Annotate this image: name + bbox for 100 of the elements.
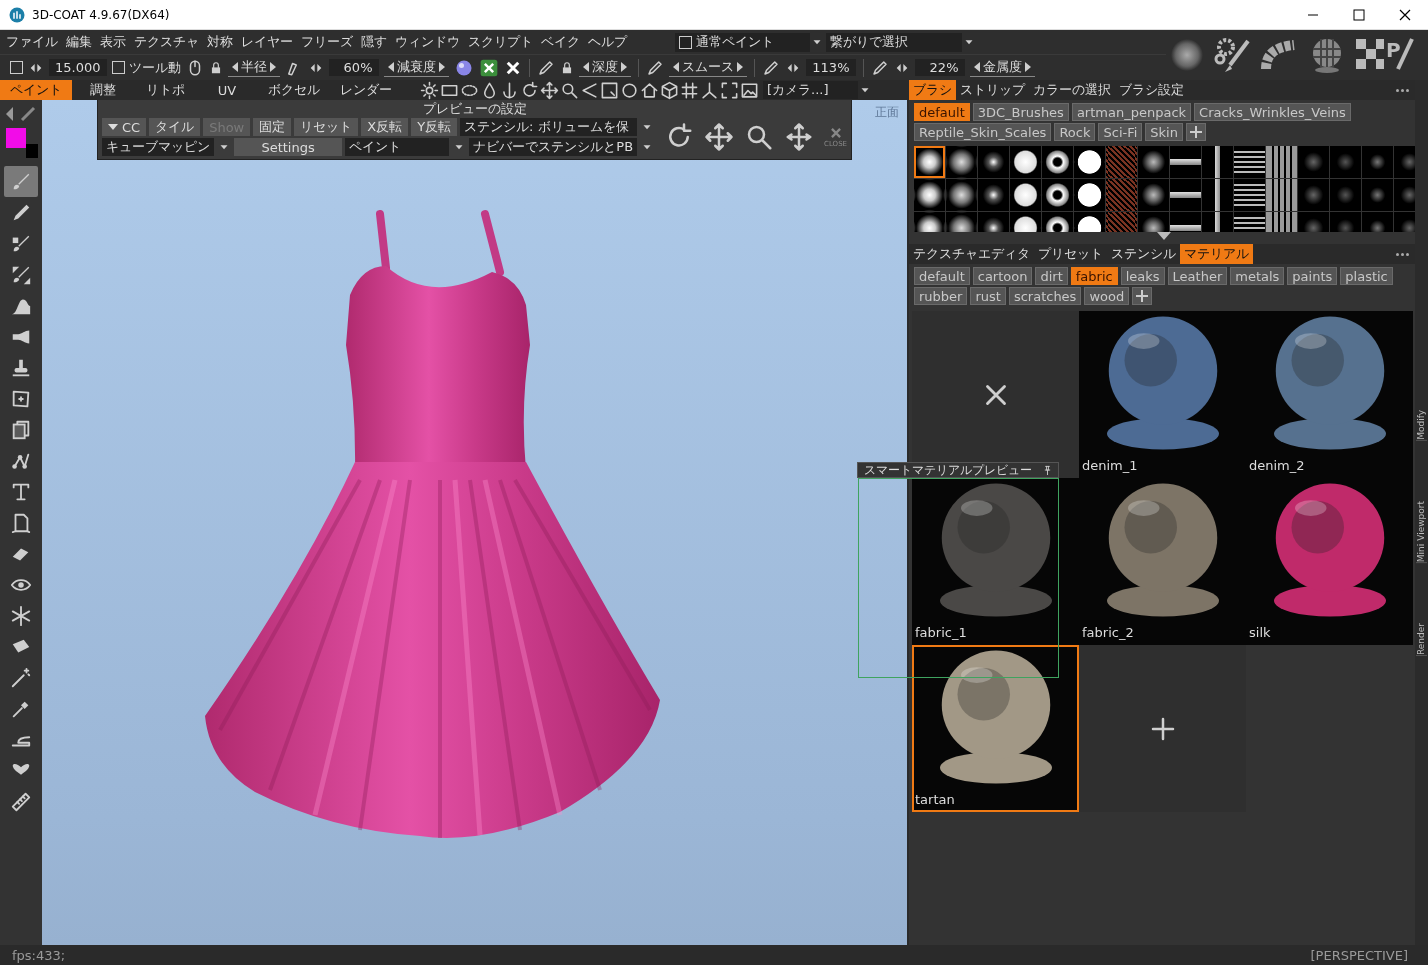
side-tab[interactable]: Modify bbox=[1416, 410, 1427, 441]
value-field[interactable]: 15.000 bbox=[49, 59, 107, 76]
value-field[interactable]: 60% bbox=[328, 59, 379, 76]
brush-thumbnail[interactable] bbox=[1138, 146, 1169, 178]
mode-tab[interactable]: ペイント bbox=[0, 80, 72, 100]
value-spinner[interactable]: 減衰度 bbox=[383, 58, 449, 77]
category-tag[interactable]: metals bbox=[1230, 267, 1285, 285]
value-spinner[interactable]: 金属度 bbox=[969, 58, 1035, 77]
brush-thumbnail[interactable] bbox=[1362, 179, 1393, 211]
corners-icon[interactable] bbox=[720, 80, 739, 100]
brush-thumbnail[interactable] bbox=[1074, 179, 1105, 211]
brush-thumbnail[interactable] bbox=[946, 146, 977, 178]
blurred-sphere-icon[interactable] bbox=[1170, 38, 1204, 72]
menu-item[interactable]: 表示 bbox=[96, 33, 130, 51]
menu-item[interactable]: ヘルプ bbox=[584, 33, 631, 51]
brush-pack-tag[interactable]: Rock bbox=[1054, 123, 1096, 141]
menu-item[interactable]: レイヤー bbox=[237, 33, 297, 51]
preview-button[interactable]: 固定 bbox=[253, 118, 292, 136]
category-tag[interactable]: Leather bbox=[1167, 267, 1228, 285]
category-tag[interactable]: plastic bbox=[1340, 267, 1393, 285]
value-spinner[interactable]: 半径 bbox=[227, 58, 280, 77]
left-arrow-icon[interactable] bbox=[672, 62, 680, 72]
value-spinner[interactable]: スムース bbox=[668, 58, 747, 77]
brush-thumbnail[interactable] bbox=[914, 179, 945, 211]
left-arrow-icon[interactable] bbox=[973, 62, 981, 72]
category-tag[interactable]: leaks bbox=[1120, 267, 1165, 285]
checkbox[interactable] bbox=[111, 61, 125, 74]
brush-thumbnail[interactable] bbox=[1266, 179, 1297, 211]
move-icon[interactable] bbox=[704, 122, 735, 152]
category-tag[interactable]: default bbox=[914, 267, 970, 285]
brush-thumbnail[interactable] bbox=[1298, 146, 1329, 178]
category-tag[interactable]: cartoon bbox=[972, 267, 1033, 285]
brush-thumbnail[interactable] bbox=[1266, 146, 1297, 178]
checkbox[interactable] bbox=[10, 61, 23, 74]
pencil-icon[interactable] bbox=[536, 58, 555, 77]
mode-tab[interactable]: UV bbox=[196, 80, 258, 100]
brush-thumbnail[interactable] bbox=[1010, 179, 1041, 211]
brush-thumbnail[interactable] bbox=[1234, 179, 1265, 211]
home-icon[interactable] bbox=[640, 80, 659, 100]
value-field[interactable]: 113% bbox=[805, 59, 856, 76]
brush-thumbnail[interactable] bbox=[1042, 179, 1073, 211]
preview-button[interactable]: Settings bbox=[234, 138, 343, 156]
menu-item[interactable]: 隠す bbox=[357, 33, 391, 51]
mode-tab[interactable]: リトポ bbox=[134, 80, 196, 100]
dropdown[interactable]: ペイント bbox=[345, 138, 450, 156]
dropdown[interactable]: キューブマッピン bbox=[102, 138, 214, 156]
category-tag[interactable]: dirt bbox=[1035, 267, 1068, 285]
value-field[interactable]: 22% bbox=[914, 59, 965, 76]
panel-tab[interactable]: カラーの選択 bbox=[1029, 80, 1115, 100]
brush-thumbnail[interactable] bbox=[1138, 179, 1169, 211]
panel-tab[interactable]: ストリップ bbox=[956, 80, 1029, 100]
material-thumbnail[interactable]: denim_2 bbox=[1246, 311, 1413, 478]
brush-pack-tag[interactable]: Skin bbox=[1145, 123, 1183, 141]
menu-item[interactable]: 編集 bbox=[62, 33, 96, 51]
brush-thumbnail[interactable] bbox=[1330, 179, 1361, 211]
brush-thumbnail[interactable] bbox=[978, 146, 1009, 178]
panel-tab[interactable]: プリセット bbox=[1034, 244, 1107, 264]
secondary-color-swatch[interactable] bbox=[26, 144, 38, 158]
value-spinner[interactable]: 深度 bbox=[578, 58, 631, 77]
dropdown[interactable]: ナビバーでステンシルとPB bbox=[469, 138, 638, 156]
material-thumbnail[interactable]: fabric_2 bbox=[1079, 478, 1246, 645]
category-tag[interactable]: wood bbox=[1084, 287, 1130, 305]
menu-item[interactable]: テクスチャ bbox=[130, 33, 203, 51]
dropdown[interactable]: ステンシル: ボリュームを保 bbox=[460, 118, 638, 136]
side-tab[interactable]: Render bbox=[1416, 622, 1427, 656]
mode-tab[interactable]: ボクセル bbox=[258, 80, 330, 100]
right-arrow-icon[interactable] bbox=[619, 62, 627, 72]
mode-tab[interactable]: レンダー bbox=[330, 80, 402, 100]
brush-thumbnail[interactable] bbox=[1074, 146, 1105, 178]
brush-pack-tag[interactable]: Cracks_Wrinkles_Veins bbox=[1194, 103, 1351, 121]
brush-thumbnail[interactable] bbox=[1010, 146, 1041, 178]
cc-toggle[interactable]: CC bbox=[102, 118, 147, 136]
circle-frame-icon[interactable] bbox=[620, 80, 639, 100]
brush-thumbnail[interactable] bbox=[1298, 179, 1329, 211]
panel-tab[interactable]: ブラシ設定 bbox=[1115, 80, 1188, 100]
square-frame-icon[interactable] bbox=[600, 80, 619, 100]
left-arrow-icon[interactable] bbox=[231, 62, 239, 72]
material-thumbnail[interactable]: fabric_1 bbox=[912, 478, 1079, 645]
category-tag[interactable]: rubber bbox=[914, 287, 968, 305]
mode-tab[interactable]: 調整 bbox=[72, 80, 134, 100]
category-tag[interactable]: paints bbox=[1287, 267, 1338, 285]
brush-pack-tag[interactable]: Reptile_Skin_Scales bbox=[914, 123, 1052, 141]
right-arrow-icon[interactable] bbox=[735, 62, 743, 72]
panel-tab[interactable]: ブラシ bbox=[909, 80, 956, 100]
image-icon[interactable] bbox=[740, 80, 759, 100]
cube-icon[interactable] bbox=[660, 80, 679, 100]
right-arrow-icon[interactable] bbox=[1023, 62, 1031, 72]
preview-button[interactable]: X反転 bbox=[361, 118, 409, 136]
rotate-icon[interactable] bbox=[520, 80, 539, 100]
brush-thumbnail[interactable] bbox=[1362, 146, 1393, 178]
brush-thumbnail[interactable] bbox=[1202, 179, 1233, 211]
brush-thumbnail[interactable] bbox=[1106, 146, 1137, 178]
brush-thumbnail[interactable] bbox=[946, 179, 977, 211]
menu-item[interactable]: 対称 bbox=[203, 33, 237, 51]
pencil-icon[interactable] bbox=[870, 58, 889, 77]
angle-icon[interactable] bbox=[580, 80, 599, 100]
preview-button[interactable]: リセット bbox=[294, 118, 359, 136]
menu-item[interactable]: スクリプト bbox=[464, 33, 537, 51]
stroke-icon[interactable] bbox=[20, 106, 36, 122]
menu-item[interactable]: ウィンドウ bbox=[391, 33, 464, 51]
